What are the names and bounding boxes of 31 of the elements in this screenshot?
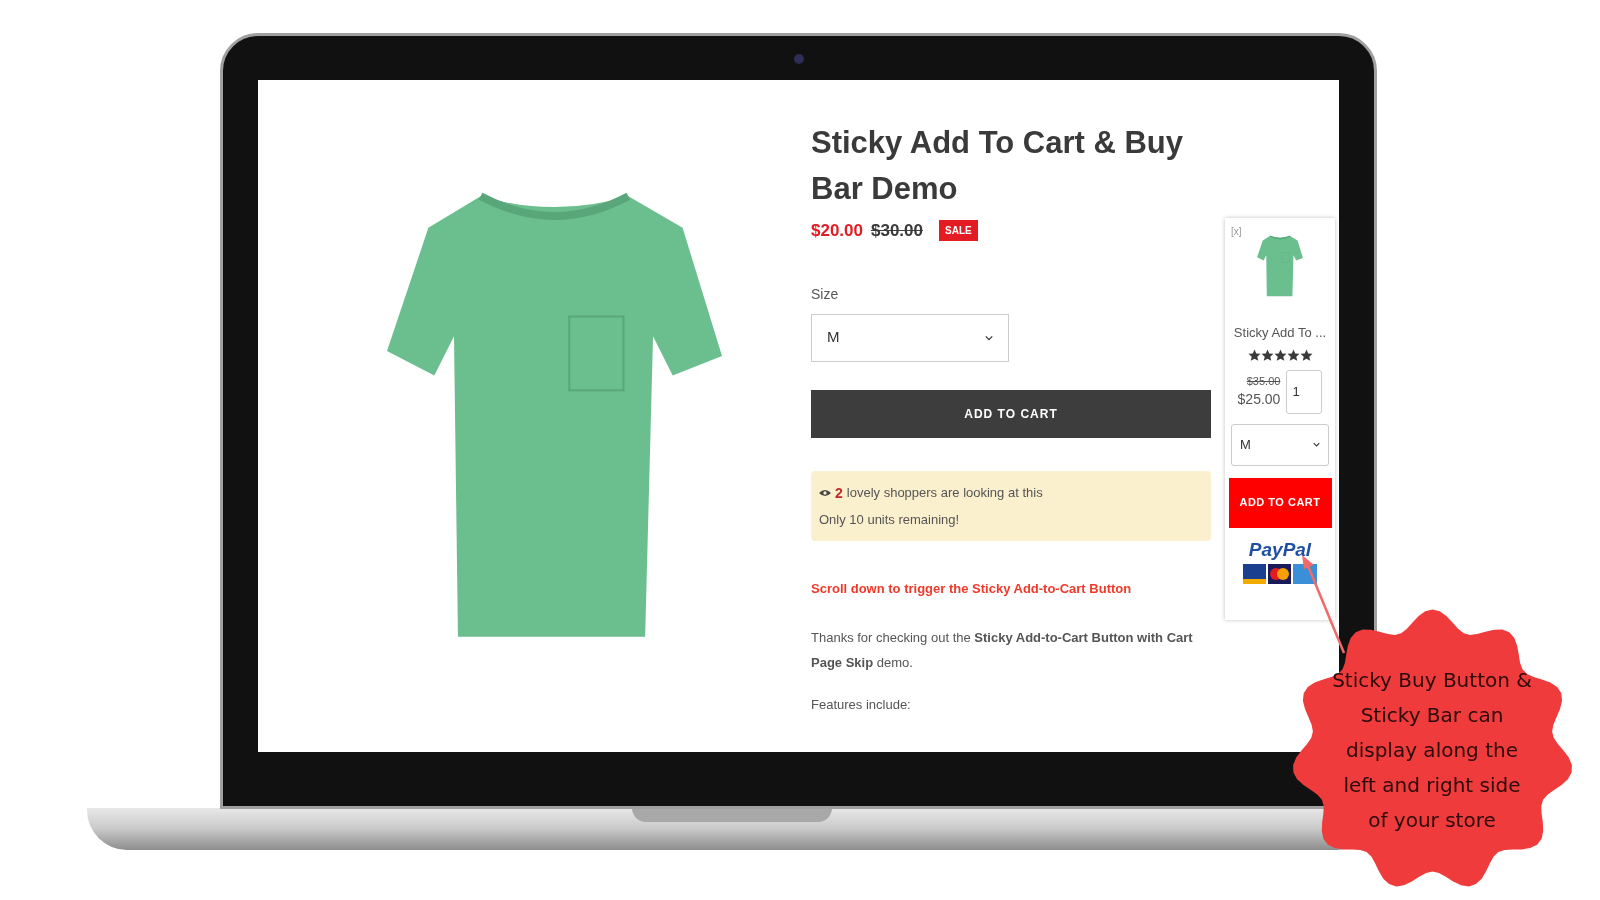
viewers-text: lovely shoppers are looking at this: [846, 484, 1043, 503]
star-icon: [1299, 348, 1313, 362]
sale-price: $20.00: [811, 220, 863, 242]
viewer-count: 2: [835, 483, 843, 503]
callout-text: Sticky Buy Button & Sticky Bar can display along the left and right side of your store: [1332, 666, 1532, 834]
chevron-down-icon: [1313, 442, 1320, 447]
features-heading: Features include:: [811, 696, 912, 714]
chevron-down-icon: [985, 334, 993, 341]
sticky-size-select[interactable]: M: [1231, 423, 1329, 466]
star-icon: [1286, 348, 1300, 362]
star-icon: [1260, 348, 1274, 362]
eye-icon: [819, 489, 831, 497]
sale-badge: SALE: [939, 220, 978, 242]
sticky-product-title: Sticky Add To ...: [1233, 324, 1327, 342]
description-text: Thanks for checking out the Sticky Add-to-Cart Button with Cart Page Skip demo.: [811, 629, 1194, 672]
scroll-note: Scroll down to trigger the Sticky Add-to-Cart Button: [811, 579, 1133, 598]
paypal-logo: PayPal: [1248, 537, 1312, 562]
star-icon: [1247, 348, 1261, 362]
t-shirt-thumbnail: [1257, 235, 1303, 297]
sticky-original-price: $35.00: [1246, 373, 1281, 389]
product-title: Sticky Add To Cart & Buy Bar Demo: [811, 124, 1185, 208]
sticky-add-to-cart-button[interactable]: ADD TO CART: [1228, 477, 1332, 528]
size-label: Size: [811, 284, 840, 304]
size-select[interactable]: M: [811, 313, 1009, 362]
stock-text: Only 10 units remaining!: [819, 510, 961, 529]
sticky-price: $25.00: [1237, 390, 1281, 410]
add-to-cart-button[interactable]: ADD TO CART: [811, 389, 1211, 438]
star-icon: [1273, 348, 1287, 362]
quantity-field[interactable]: 1: [1286, 369, 1323, 414]
camera-icon: [793, 54, 804, 64]
original-price: $30.00: [871, 220, 923, 242]
